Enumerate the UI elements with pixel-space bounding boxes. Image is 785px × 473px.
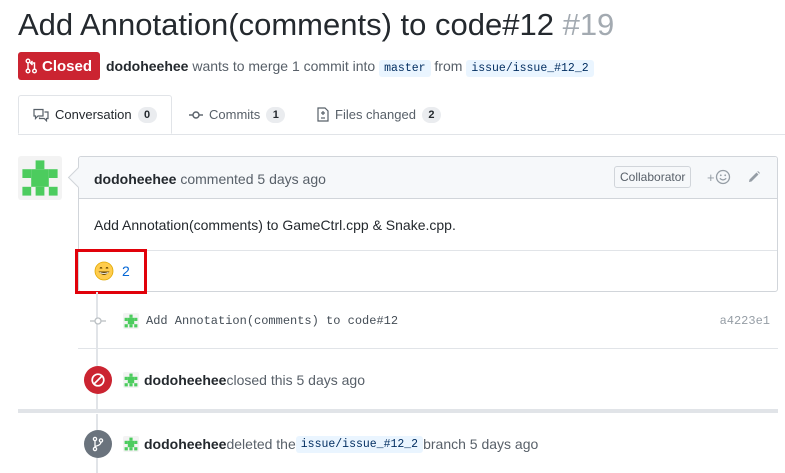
deleted-event-text-2: branch 5 days ago [423,436,539,452]
tab-files-changed-count: 2 [421,106,441,123]
smiley-icon [715,169,730,185]
comment-box: dodoheehee commented 5 days ago Collabor… [78,156,778,292]
branch-deleted-badge [84,430,112,458]
edit-comment-button[interactable] [747,170,761,189]
commit-sha-link[interactable]: a4223e1 [720,314,770,328]
tab-conversation-count: 0 [137,106,157,123]
merge-text-2: from [430,58,467,74]
status-badge: Closed [18,52,101,80]
add-reaction-button[interactable]: + [707,169,731,185]
comment-header: dodoheehee commented 5 days ago Collabor… [79,157,777,199]
divider [78,348,778,349]
commit-icon [189,110,203,119]
avatar[interactable] [18,156,62,200]
timeline-branch-deleted-event: dodoheehee deleted the issue/issue_#12_2… [84,430,538,458]
closed-event-text: closed this 5 days ago [226,372,365,388]
merge-text-1: wants to merge 1 commit into [188,58,380,74]
pr-tabs: Conversation 0 Commits 1 Files changed 2 [18,95,785,135]
identicon [124,373,138,387]
identicon [124,314,138,328]
tab-commits-label: Commits [209,107,261,122]
comment-meta: dodoheehee commented 5 days ago [94,171,326,187]
timeline-section-break [18,409,778,413]
tab-conversation-label: Conversation [55,107,132,122]
avatar[interactable] [123,313,139,329]
identicon [124,437,138,451]
pencil-icon [749,171,760,182]
comment-body: Add Annotation(comments) to GameCtrl.cpp… [94,217,456,233]
closed-badge [84,366,112,394]
deleted-branch: issue/issue_#12_2 [295,435,424,453]
avatar[interactable] [123,436,139,452]
reactions-bar: 2 [79,250,777,292]
git-branch-icon [92,436,104,452]
commit-icon [90,317,106,325]
deleted-event-text-1: deleted the [226,436,296,452]
timeline-closed-event: dodoheehee closed this 5 days ago [84,366,365,394]
avatar[interactable] [123,372,139,388]
base-branch[interactable]: master [379,60,431,77]
identicon [22,160,58,196]
pull-request-icon [25,58,37,74]
circle-slash-icon [91,373,105,387]
comment-author-link[interactable]: dodoheehee [94,171,176,187]
collaborator-badge: Collaborator [614,166,692,188]
tab-commits[interactable]: Commits 1 [189,95,286,134]
comment-timestamp[interactable]: commented 5 days ago [176,171,326,187]
tab-conversation[interactable]: Conversation 0 [18,95,172,134]
tab-files-changed-label: Files changed [335,107,416,122]
pr-number: #19 [562,7,615,42]
pr-meta: dodoheehee wants to merge 1 commit into … [106,58,594,77]
closed-author-link[interactable]: dodoheehee [144,372,226,388]
pr-title: Add Annotation(comments) to code#12 [18,7,554,42]
tab-files-changed[interactable]: Files changed 2 [317,95,441,134]
file-diff-icon [317,107,329,122]
head-branch[interactable]: issue/issue_#12_2 [466,60,594,77]
page-title: Add Annotation(comments) to code#12 #19 [18,4,614,46]
deleted-author-link[interactable]: dodoheehee [144,436,226,452]
pr-author-link[interactable]: dodoheehee [106,58,188,74]
plus-icon: + [707,169,715,185]
status-label: Closed [42,57,93,75]
comment-discussion-icon [33,108,49,122]
commit-message-link[interactable]: Add Annotation(comments) to code#12 [146,314,398,328]
highlight-box [75,249,147,294]
tab-commits-count: 1 [266,106,286,123]
timeline-commit: Add Annotation(comments) to code#12 a422… [78,303,778,339]
